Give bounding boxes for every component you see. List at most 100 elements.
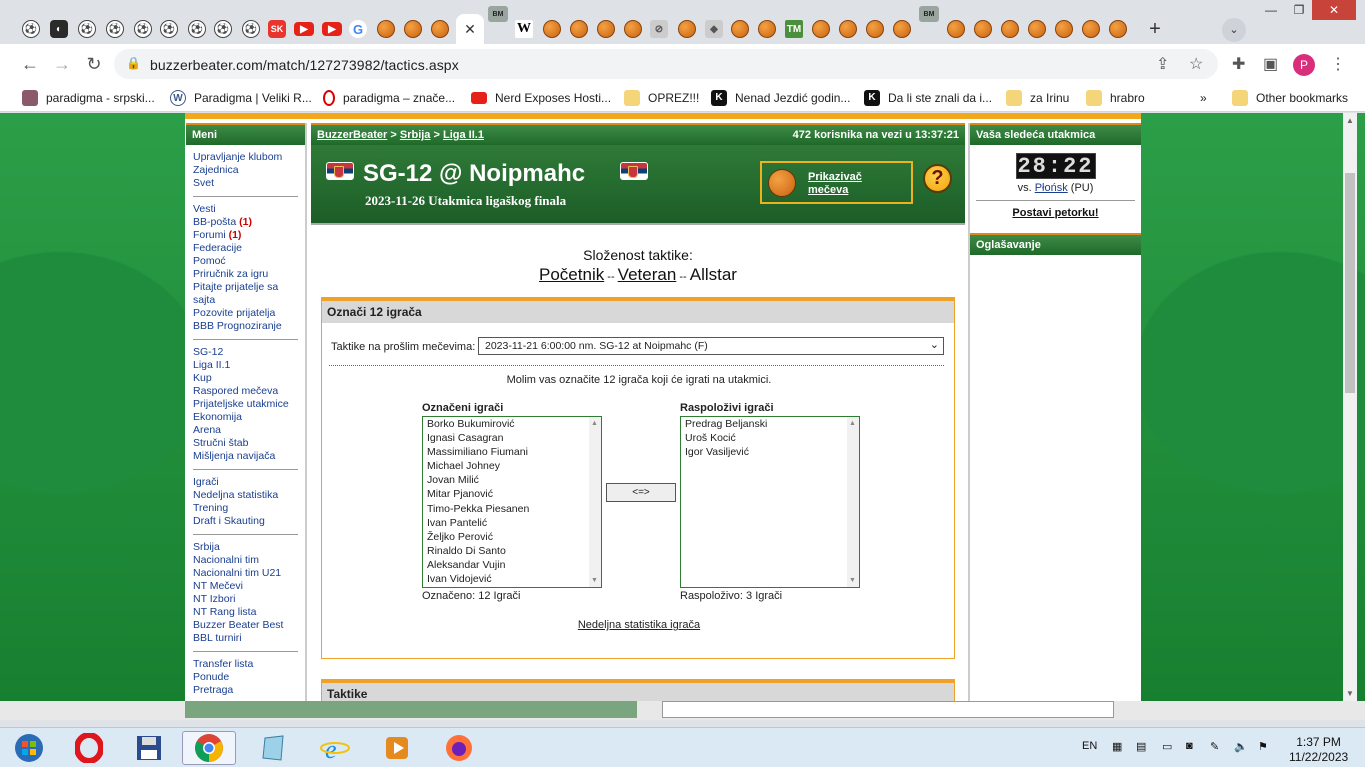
tab-basketball-icon[interactable] xyxy=(1055,20,1073,38)
sidepanel-icon[interactable]: ▣ xyxy=(1263,54,1278,74)
scroll-up-icon[interactable]: ▲ xyxy=(849,420,856,427)
minimize-button[interactable]: — xyxy=(1256,0,1286,20)
volume-icon[interactable]: 🔈 xyxy=(1234,740,1248,753)
tab-soccer-icon[interactable]: ⚽ xyxy=(188,20,206,38)
list-scrollbar[interactable]: ▲ ▼ xyxy=(847,417,859,587)
scroll-up-icon[interactable]: ▲ xyxy=(1346,116,1354,125)
selected-players-list[interactable]: Borko Bukumirović Ignasi Casagran Massim… xyxy=(422,416,602,588)
tray-icon[interactable]: ▭ xyxy=(1162,740,1172,753)
list-item[interactable]: Igor Vasiljević xyxy=(681,445,859,459)
tab-basketball-icon[interactable] xyxy=(812,20,830,38)
lock-icon[interactable]: 🔒 xyxy=(126,56,141,70)
menu-link[interactable]: Pomoć xyxy=(193,255,298,268)
opponent-link[interactable]: Płońsk xyxy=(1035,182,1068,194)
menu-link[interactable]: Pozovite prijatelja xyxy=(193,307,298,320)
chrome-app[interactable] xyxy=(182,731,236,765)
tab-basketball-icon[interactable] xyxy=(974,20,992,38)
tab-bm-icon[interactable]: BM xyxy=(919,6,939,22)
tab-basketball-icon[interactable] xyxy=(597,20,615,38)
tray-icon[interactable]: ✎ xyxy=(1210,740,1219,753)
tab-soccer-icon[interactable]: ⚽ xyxy=(242,20,260,38)
tab-basketball-icon[interactable] xyxy=(947,20,965,38)
menu-link[interactable]: BBB Prognoziranje xyxy=(193,320,298,333)
tab-google-icon[interactable]: G xyxy=(349,20,367,38)
menu-link[interactable]: Raspored mečeva xyxy=(193,385,298,398)
system-clock[interactable]: 1:37 PM 11/22/2023 xyxy=(1289,735,1348,765)
tab-basketball-icon[interactable] xyxy=(1082,20,1100,38)
level-beginner-link[interactable]: Početnik xyxy=(539,265,604,284)
close-icon[interactable]: ✕ xyxy=(461,20,479,38)
share-icon[interactable]: ⇪ xyxy=(1156,54,1169,74)
tray-icon[interactable]: ⚑ xyxy=(1258,740,1268,753)
menu-link[interactable]: NT Mečevi xyxy=(193,580,298,593)
bookmark-item[interactable]: OPREZ!!! xyxy=(624,90,699,106)
past-tactics-select[interactable]: 2023-11-21 6:00:00 nm. SG-12 at Noipmahc… xyxy=(478,337,944,355)
list-item[interactable]: Aleksandar Vujin xyxy=(423,558,601,572)
menu-link[interactable]: Trening xyxy=(193,502,298,515)
menu-link[interactable]: Federacije xyxy=(193,242,298,255)
tray-icon[interactable]: ▦ xyxy=(1112,740,1122,753)
tray-icon[interactable]: ◙ xyxy=(1186,740,1193,752)
tab-link-icon[interactable]: ⊘ xyxy=(650,20,668,38)
scroll-down-icon[interactable]: ▼ xyxy=(591,577,598,584)
bookmark-item[interactable]: paradigma - srpski... xyxy=(22,90,155,106)
breadcrumb-country[interactable]: Srbija xyxy=(400,129,431,141)
match-viewer-label[interactable]: Prikazivač mečeva xyxy=(808,171,862,197)
tab-basketball-icon[interactable] xyxy=(1028,20,1046,38)
menu-link[interactable]: Upravljanje klubom xyxy=(193,151,298,164)
tab-basketball-icon[interactable] xyxy=(570,20,588,38)
menu-link[interactable]: BB-pošta xyxy=(193,216,236,228)
tab-app-icon[interactable]: ◆ xyxy=(705,20,723,38)
menu-link[interactable]: Ponude xyxy=(193,671,298,684)
menu-link[interactable]: Stručni štab xyxy=(193,437,298,450)
bookmark-item[interactable]: W Paradigma | Veliki R... xyxy=(170,90,312,106)
back-arrow-icon[interactable]: ← xyxy=(18,52,42,76)
menu-link[interactable]: Nacionalni tim U21 xyxy=(193,567,298,580)
tab-soccer-icon[interactable]: ⚽ xyxy=(22,20,40,38)
menu-link[interactable]: Mišljenja navijača xyxy=(193,450,298,463)
tab-soccer-icon[interactable]: ⚽ xyxy=(214,20,232,38)
menu-link[interactable]: Priručnik za igru xyxy=(193,268,298,281)
scroll-up-icon[interactable]: ▲ xyxy=(591,420,598,427)
notes-app[interactable] xyxy=(246,731,300,765)
breadcrumb-site[interactable]: BuzzerBeater xyxy=(317,129,387,141)
match-viewer-button[interactable]: Prikazivač mečeva xyxy=(760,161,913,204)
list-item[interactable]: Timo-Pekka Piesanen xyxy=(423,502,601,516)
tab-sk-icon[interactable]: SK xyxy=(268,20,286,38)
forward-arrow-icon[interactable]: → xyxy=(50,52,74,76)
tab-basketball-icon[interactable] xyxy=(866,20,884,38)
tab-soccer-icon[interactable]: ⚽ xyxy=(78,20,96,38)
opera-app[interactable] xyxy=(62,731,116,765)
menu-link[interactable]: BBL turniri xyxy=(193,632,298,645)
swap-button[interactable]: <=> xyxy=(606,483,676,502)
tab-basketball-icon[interactable] xyxy=(893,20,911,38)
list-item[interactable]: Uroš Kocić xyxy=(681,431,859,445)
menu-link[interactable]: Arena xyxy=(193,424,298,437)
tab-basketball-icon[interactable] xyxy=(404,20,422,38)
media-app[interactable] xyxy=(370,731,424,765)
tab-basketball-icon[interactable] xyxy=(624,20,642,38)
tab-youtube-icon[interactable]: ▶ xyxy=(322,22,342,36)
available-players-list[interactable]: Predrag Beljanski Uroš Kocić Igor Vasilj… xyxy=(680,416,860,588)
tab-basketball-icon[interactable] xyxy=(543,20,561,38)
tab-app-icon[interactable]: TM xyxy=(785,20,803,38)
list-scrollbar[interactable]: ▲ ▼ xyxy=(589,417,601,587)
scroll-down-icon[interactable]: ▼ xyxy=(849,577,856,584)
new-tab-button[interactable]: + xyxy=(1144,18,1166,40)
bookmark-item[interactable]: hrabro xyxy=(1086,90,1145,106)
list-item[interactable]: Željko Perović xyxy=(423,530,601,544)
weekly-stats-link[interactable]: Nedeljna statistika igrača xyxy=(578,619,700,631)
menu-link[interactable]: Ekonomija xyxy=(193,411,298,424)
scroll-down-icon[interactable]: ▼ xyxy=(1346,689,1354,698)
list-item[interactable]: Predrag Beljanski xyxy=(681,417,859,431)
other-bookmarks[interactable]: Other bookmarks xyxy=(1232,90,1348,106)
tab-basketball-icon[interactable] xyxy=(377,20,395,38)
extensions-icon[interactable]: ✚ xyxy=(1232,54,1245,74)
more-menu-icon[interactable]: ⋮ xyxy=(1330,54,1346,74)
tab-basketball-icon[interactable] xyxy=(1001,20,1019,38)
language-indicator[interactable]: EN xyxy=(1082,740,1097,752)
bookmark-item[interactable]: K Nenad Jezdić godin... xyxy=(711,90,850,106)
bookmark-item[interactable]: paradigma – znače... xyxy=(323,90,455,106)
menu-link[interactable]: Nedeljna statistika xyxy=(193,489,298,502)
menu-item-mail[interactable]: BB-pošta (1) xyxy=(193,216,298,229)
